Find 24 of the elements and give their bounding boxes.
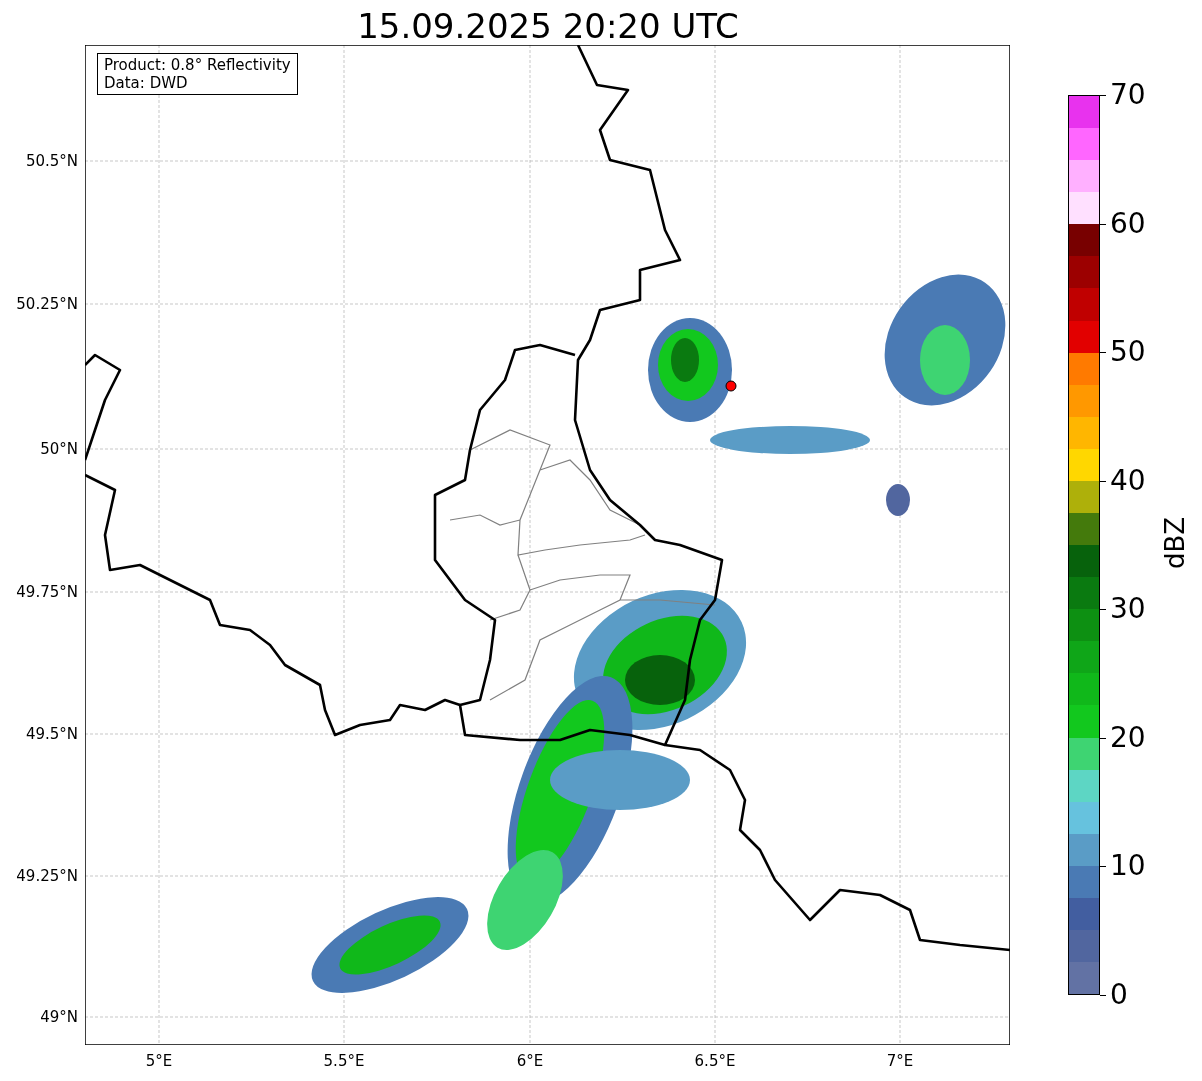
- colorbar-tick-label: 60: [1110, 207, 1146, 240]
- y-tick-label: 50.25°N: [16, 295, 78, 313]
- y-tick-label: 50°N: [40, 440, 78, 458]
- x-tick-label: 7°E: [886, 1052, 914, 1070]
- colorbar-tick-label: 0: [1110, 979, 1128, 1011]
- colorbar-tick-label: 10: [1110, 850, 1146, 883]
- x-tick-label: 5.5°E: [323, 1052, 365, 1070]
- x-tick-label: 5°E: [145, 1052, 173, 1070]
- x-tick-label: 6°E: [516, 1052, 544, 1070]
- colorbar-tick-label: 40: [1110, 464, 1146, 497]
- y-tick-label: 49.75°N: [16, 583, 78, 601]
- info-text: Product: 0.8° Reflectivity: [104, 56, 291, 74]
- plot-title: 15.09.2025 20:20 UTC: [356, 5, 740, 48]
- colorbar-tick-label: 70: [1110, 79, 1146, 111]
- y-tick-label: 49.25°N: [16, 867, 78, 885]
- colorbar-tick-label: 50: [1110, 336, 1146, 369]
- colorbar-label: dBZ: [1160, 516, 1190, 569]
- colorbar-tick-label: 30: [1110, 593, 1146, 626]
- y-tick-label: 50.5°N: [25, 152, 78, 170]
- info-text: Data: DWD: [104, 74, 189, 92]
- y-tick-label: 49.5°N: [25, 725, 78, 743]
- colorbar-tick-label: 20: [1110, 721, 1146, 754]
- y-tick-label: 49°N: [40, 1008, 78, 1026]
- x-tick-label: 6.5°E: [694, 1052, 736, 1070]
